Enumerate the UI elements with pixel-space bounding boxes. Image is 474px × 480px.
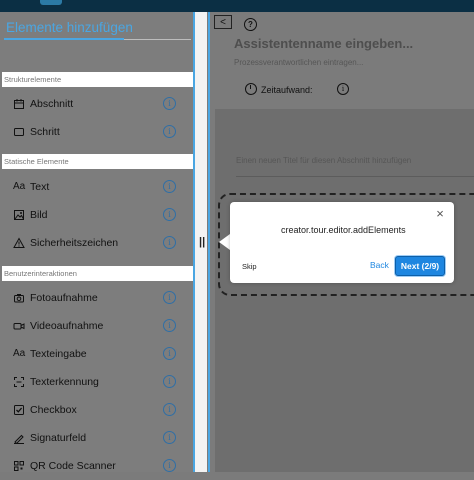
camera-icon: [13, 292, 25, 304]
sidebar-item-fotoaufnahme[interactable]: Fotoaufnahme i: [0, 284, 193, 312]
sidebar-item-label: Text: [30, 181, 50, 193]
info-icon[interactable]: i: [337, 83, 349, 95]
top-bar: [0, 0, 474, 12]
sidebar-title-underline: [4, 38, 124, 40]
info-icon[interactable]: i: [163, 375, 176, 388]
sidebar-item-checkbox[interactable]: Checkbox i: [0, 396, 193, 424]
qr-icon: [13, 460, 25, 472]
sidebar-item-abschnitt[interactable]: Abschnitt i: [0, 90, 193, 118]
checkbox-icon: [13, 404, 25, 416]
top-tab-indicator: [40, 0, 62, 5]
tour-skip-button[interactable]: Skip: [242, 262, 257, 271]
splitter-highlight-left: [193, 12, 195, 472]
video-icon: [13, 320, 25, 332]
signature-icon: [13, 432, 25, 445]
sidebar-item-label: Schritt: [30, 126, 60, 138]
info-icon[interactable]: i: [163, 459, 176, 472]
sidebar-item-signaturfeld[interactable]: Signaturfeld i: [0, 424, 193, 452]
sidebar-item-text[interactable]: Aa Text i: [0, 173, 193, 201]
info-icon[interactable]: i: [163, 236, 176, 249]
sidebar-item-label: Videoaufnahme: [30, 320, 104, 332]
close-icon[interactable]: ×: [434, 207, 446, 221]
tour-back-button[interactable]: Back: [370, 260, 389, 270]
section-title-input[interactable]: Einen neuen Titel für diesen Abschnitt h…: [236, 156, 411, 165]
sidebar-item-label: Checkbox: [30, 404, 77, 416]
info-icon[interactable]: i: [163, 208, 176, 221]
info-icon[interactable]: i: [163, 97, 176, 110]
scan-icon: [13, 376, 25, 388]
assistant-name-input[interactable]: Assistentenname eingeben...: [234, 36, 413, 51]
sidebar-item-bild[interactable]: Bild i: [0, 201, 193, 229]
section-header-statisch: Statische Elemente: [2, 154, 193, 169]
square-icon: [13, 126, 25, 138]
calendar-icon: [13, 98, 25, 110]
tour-message: creator.tour.editor.addElements: [281, 225, 406, 235]
sidebar-item-videoaufnahme[interactable]: Videoaufnahme i: [0, 312, 193, 340]
section-header-struktur: Strukturelemente: [2, 72, 193, 87]
sidebar-item-label: Signaturfeld: [30, 432, 87, 444]
info-icon[interactable]: i: [163, 291, 176, 304]
sidebar-item-label: Fotoaufnahme: [30, 292, 98, 304]
sidebar-item-label: Sicherheitszeichen: [30, 237, 119, 249]
sidebar-item-sicherheitszeichen[interactable]: Sicherheitszeichen i: [0, 229, 193, 257]
info-icon[interactable]: i: [163, 347, 176, 360]
sidebar-item-label: Texterkennung: [30, 376, 99, 388]
info-icon[interactable]: i: [163, 403, 176, 416]
sidebar-item-label: Texteingabe: [30, 348, 87, 360]
sidebar-item-texteingabe[interactable]: Aa Texteingabe i: [0, 340, 193, 368]
sidebar-item-label: Bild: [30, 209, 48, 221]
tour-next-button[interactable]: Next (2/9): [395, 256, 445, 276]
sidebar-item-schritt[interactable]: Schritt i: [0, 118, 193, 146]
section-header-benutzer: Benutzerinteraktionen: [2, 266, 193, 281]
time-effort-label: Zeitaufwand:: [261, 85, 313, 95]
sidebar-title: Elemente hinzufügen: [6, 20, 133, 35]
info-icon[interactable]: i: [163, 431, 176, 444]
sidebar-item-texterkennung[interactable]: Texterkennung i: [0, 368, 193, 396]
image-icon: [13, 209, 25, 221]
splitter-grip-icon[interactable]: ||: [199, 236, 205, 248]
text-aa-icon: Aa: [13, 348, 26, 359]
info-icon[interactable]: i: [163, 319, 176, 332]
section-title-underline: [236, 176, 474, 177]
info-icon[interactable]: i: [163, 125, 176, 138]
sidebar-item-label: QR Code Scanner: [30, 460, 116, 472]
info-icon[interactable]: i: [163, 180, 176, 193]
warning-icon: [13, 237, 25, 249]
sidebar-item-label: Abschnitt: [30, 98, 74, 110]
help-icon[interactable]: ?: [244, 18, 257, 31]
tour-popover-arrow: [219, 234, 230, 250]
sidebar-item-qr-code-scanner[interactable]: QR Code Scanner i: [0, 452, 193, 480]
text-aa-icon: Aa: [13, 181, 26, 192]
process-owner-input[interactable]: Prozessverantwortlichen eintragen...: [234, 58, 363, 67]
clock-icon: [245, 83, 257, 95]
collapse-sidebar-button[interactable]: <: [214, 15, 232, 29]
